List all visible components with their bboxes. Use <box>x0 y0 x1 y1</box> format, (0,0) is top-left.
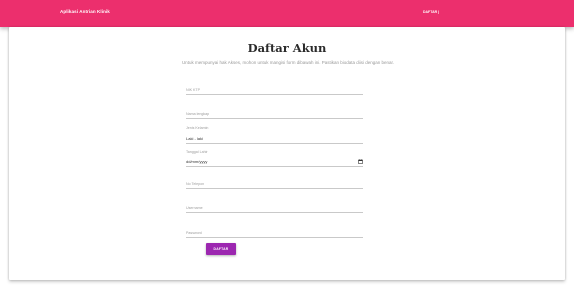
birth-date-field[interactable]: Tanggal Lahir dd/mm/yyyy <box>186 150 363 167</box>
full-name-field[interactable]: Nama lengkap <box>186 106 363 119</box>
navbar: Aplikasi Antrian Klinik DAFTAR | <box>0 0 574 27</box>
birth-date-label: Tanggal Lahir <box>186 150 208 154</box>
calendar-icon[interactable] <box>358 159 363 164</box>
nik-label: NIK KTP <box>186 88 200 92</box>
password-label: Password <box>186 231 202 235</box>
submit-button[interactable]: DAFTAR <box>206 243 236 255</box>
nav-link-daftar[interactable]: DAFTAR | <box>423 10 439 14</box>
app-brand[interactable]: Aplikasi Antrian Klinik <box>60 9 110 14</box>
gender-value: Laki - laki <box>186 136 203 141</box>
phone-label: No Telepon <box>186 182 205 186</box>
full-name-label: Nama lengkap <box>186 112 210 116</box>
birth-date-value: dd/mm/yyyy <box>186 159 208 164</box>
nik-field[interactable]: NIK KTP <box>186 82 363 95</box>
page-title: Daftar Akun <box>247 41 327 55</box>
username-field[interactable]: Username <box>186 200 363 213</box>
page-subtitle: Untuk mempunyai hak Akses, mohon untuk m… <box>181 60 395 65</box>
phone-field[interactable]: No Telepon <box>186 176 363 189</box>
password-field[interactable]: Password <box>186 225 363 238</box>
gender-label: Jenis Kelamin <box>186 126 209 130</box>
username-label: Username <box>186 206 203 210</box>
gender-select[interactable]: Jenis Kelamin Laki - laki <box>186 126 363 144</box>
